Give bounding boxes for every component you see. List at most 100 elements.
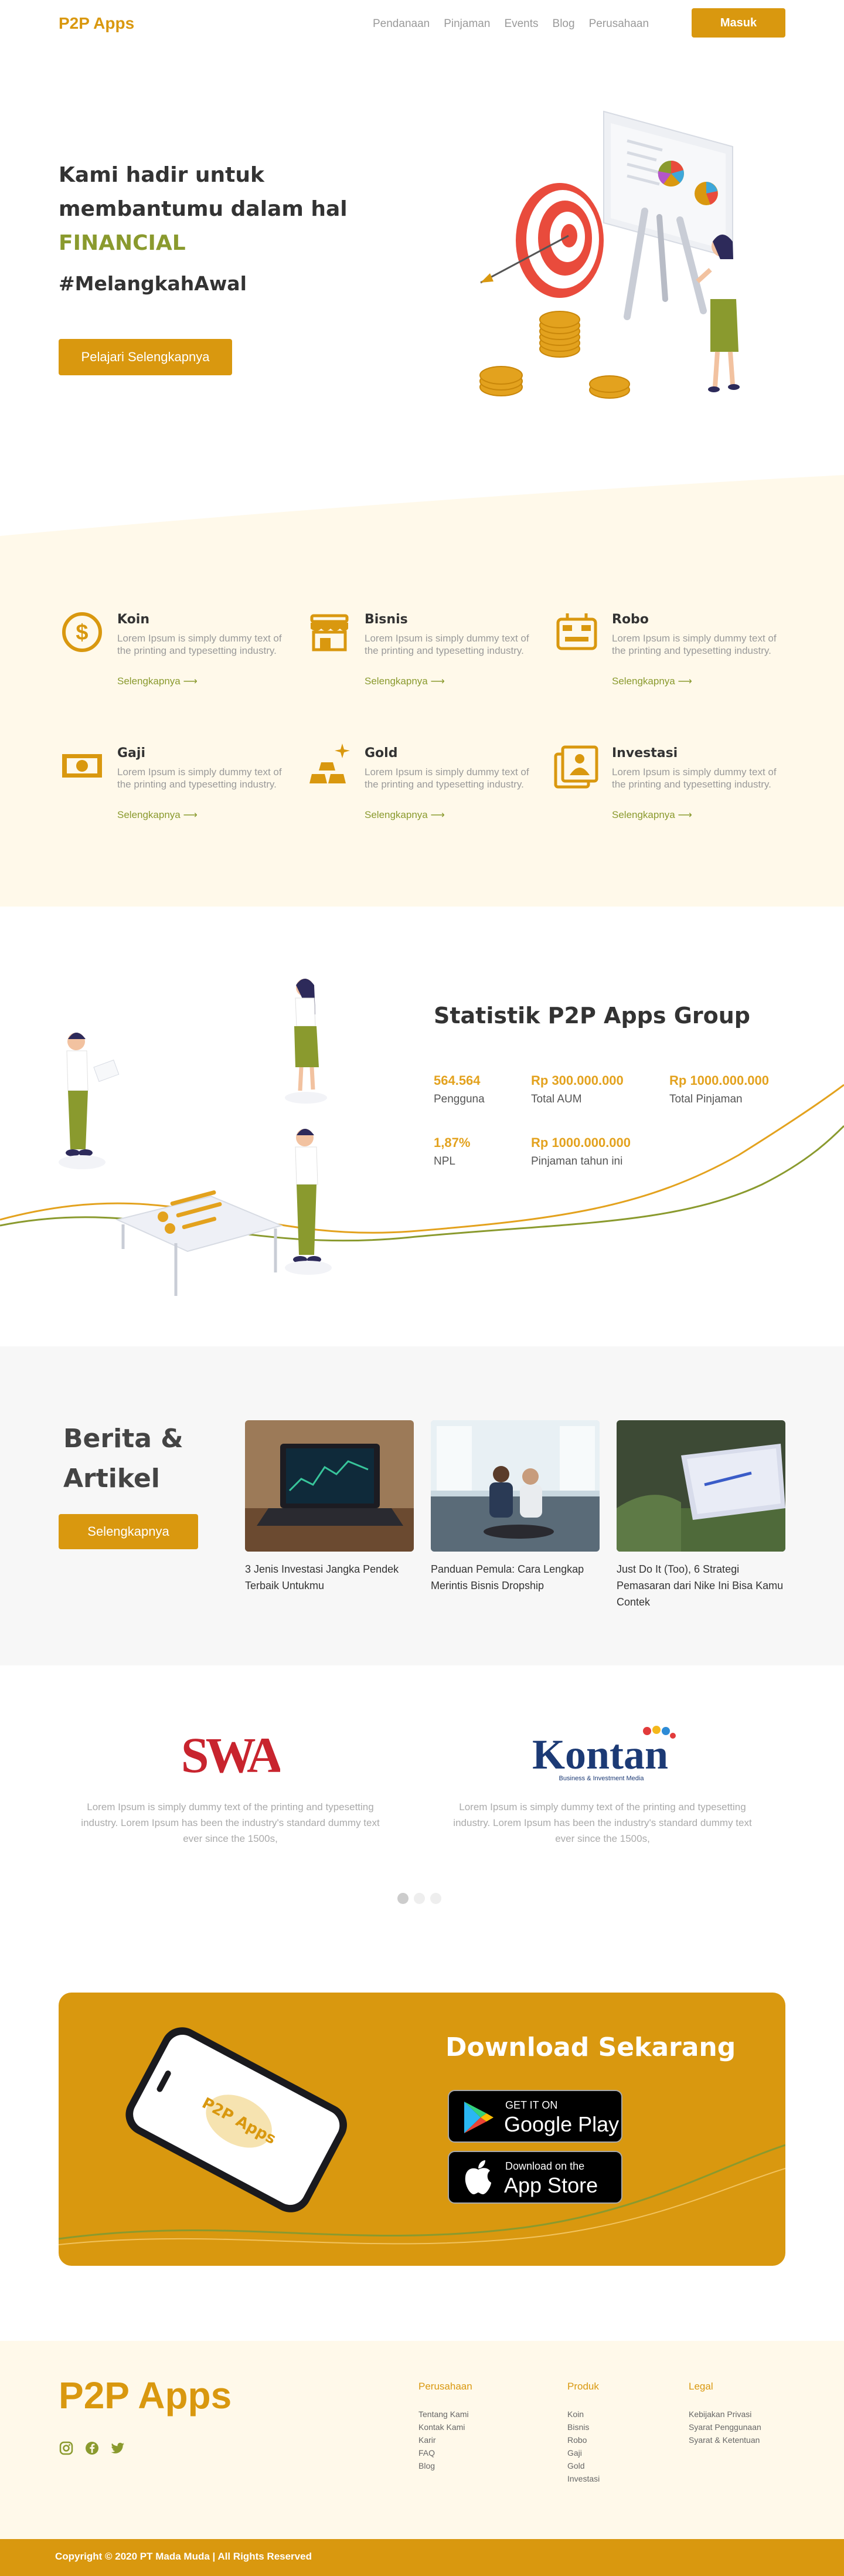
carousel-dot[interactable] bbox=[430, 1893, 441, 1904]
footer-column-title: Produk bbox=[567, 2381, 599, 2392]
nav-links: Pendanaan Pinjaman Events Blog Perusahaa… bbox=[373, 18, 649, 30]
carousel-dot[interactable] bbox=[414, 1893, 425, 1904]
feature-link[interactable]: Selengkapnya ⟶ bbox=[365, 809, 445, 821]
stat-npl: 1,87% NPL bbox=[434, 1135, 470, 1168]
footer-link[interactable]: Robo bbox=[567, 2434, 600, 2446]
carousel-dots bbox=[397, 1893, 441, 1904]
app-store-small-text: Download on the bbox=[505, 2160, 585, 2172]
instagram-icon[interactable] bbox=[59, 2441, 74, 2456]
hero-text: Kami hadir untuk membantumu dalam hal FI… bbox=[59, 158, 387, 295]
money-icon bbox=[62, 754, 102, 778]
footer-link[interactable]: Kontak Kami bbox=[418, 2421, 472, 2434]
article-card[interactable]: 3 Jenis Investasi Jangka Pendek Terbaik … bbox=[245, 1420, 414, 1594]
footer-link[interactable]: Syarat & Ketentuan bbox=[689, 2434, 761, 2446]
facebook-icon[interactable] bbox=[84, 2441, 100, 2456]
stat-value: Rp 1000.000.000 bbox=[669, 1073, 770, 1088]
news-more-button[interactable]: Selengkapnya bbox=[59, 1514, 198, 1549]
hero-line-2: membantumu dalam hal bbox=[59, 197, 348, 221]
article-card[interactable]: Panduan Pemula: Cara Lengkap Merintis Bi… bbox=[431, 1420, 600, 1594]
top-nav: P2P Apps Pendanaan Pinjaman Events Blog … bbox=[0, 0, 844, 47]
stat-value: 1,87% bbox=[434, 1135, 471, 1150]
nav-link-events[interactable]: Events bbox=[504, 18, 538, 30]
article-title[interactable]: 3 Jenis Investasi Jangka Pendek Terbaik … bbox=[245, 1561, 414, 1594]
footer-column-produk: Produk Koin Bisnis Robo Gaji Gold Invest… bbox=[567, 2381, 600, 2485]
copyright-text: Copyright © 2020 PT Mada Muda | All Righ… bbox=[55, 2551, 312, 2562]
feature-title: Gold bbox=[365, 746, 398, 761]
learn-more-button[interactable]: Pelajari Selengkapnya bbox=[59, 339, 232, 375]
feature-desc: Lorem Ipsum is simply dummy text of the … bbox=[612, 633, 777, 656]
app-store-button[interactable]: Download on the App Store bbox=[448, 2151, 622, 2204]
robot-icon bbox=[556, 613, 597, 650]
feature-title: Bisnis bbox=[365, 612, 408, 627]
footer-link[interactable]: Tentang Kami bbox=[418, 2408, 472, 2421]
stat-total-loans: Rp 1000.000.000 Total Pinjaman bbox=[669, 1073, 769, 1106]
footer-link[interactable]: Bisnis bbox=[567, 2421, 600, 2434]
article-image-laptop[interactable] bbox=[245, 1420, 414, 1552]
footer-link[interactable]: Gaji bbox=[567, 2446, 600, 2459]
portfolio-icon bbox=[554, 745, 598, 789]
apple-icon bbox=[465, 2160, 491, 2194]
feature-link[interactable]: Selengkapnya ⟶ bbox=[117, 809, 198, 821]
footer-link[interactable]: Koin bbox=[567, 2408, 600, 2421]
google-play-button[interactable]: GET IT ON Google Play bbox=[448, 2090, 622, 2143]
feature-link[interactable]: Selengkapnya ⟶ bbox=[612, 676, 692, 687]
swa-logo: SWA bbox=[181, 1727, 280, 1780]
stat-users: 564.564 Pengguna bbox=[434, 1073, 485, 1106]
article-image-meeting[interactable] bbox=[431, 1420, 600, 1552]
carousel-dot[interactable] bbox=[397, 1893, 409, 1904]
article-image-notebook[interactable] bbox=[617, 1420, 785, 1552]
footer-link[interactable]: Kebijakan Privasi bbox=[689, 2408, 761, 2421]
article-title[interactable]: Just Do It (Too), 6 Strategi Pemasaran d… bbox=[617, 1561, 785, 1610]
feature-link[interactable]: Selengkapnya ⟶ bbox=[612, 809, 692, 821]
coin-icon: $ bbox=[62, 612, 102, 652]
footer-link[interactable]: Karir bbox=[418, 2434, 472, 2446]
nav-link-pendanaan[interactable]: Pendanaan bbox=[373, 18, 430, 30]
article-title[interactable]: Panduan Pemula: Cara Lengkap Merintis Bi… bbox=[431, 1561, 600, 1594]
login-button[interactable]: Masuk bbox=[692, 8, 785, 38]
feature-desc: Lorem Ipsum is simply dummy text of the … bbox=[117, 633, 282, 656]
svg-text:SWA: SWA bbox=[181, 1727, 280, 1780]
svg-text:Kontan: Kontan bbox=[532, 1731, 668, 1778]
gold-bars-icon bbox=[309, 744, 350, 783]
feature-title: Koin bbox=[117, 612, 149, 627]
svg-text:Business & Investment Media: Business & Investment Media bbox=[559, 1775, 645, 1782]
feature-desc: Lorem Ipsum is simply dummy text of the … bbox=[612, 766, 777, 790]
feature-desc: Lorem Ipsum is simply dummy text of the … bbox=[365, 766, 529, 790]
hero-illustration bbox=[479, 110, 740, 399]
footer-link[interactable]: Syarat Penggunaan bbox=[689, 2421, 761, 2434]
google-play-small-text: GET IT ON bbox=[505, 2099, 558, 2111]
feature-title: Gaji bbox=[117, 746, 145, 761]
brand-logo[interactable]: P2P Apps bbox=[59, 14, 134, 33]
footer-link[interactable]: Gold bbox=[567, 2459, 600, 2472]
nav-link-pinjaman[interactable]: Pinjaman bbox=[444, 18, 490, 30]
feature-title: Investasi bbox=[612, 746, 678, 761]
stat-value: Rp 300.000.000 bbox=[531, 1073, 624, 1088]
feature-link[interactable]: Selengkapnya ⟶ bbox=[117, 676, 198, 687]
nav-link-blog[interactable]: Blog bbox=[553, 18, 575, 30]
article-card[interactable]: Just Do It (Too), 6 Strategi Pemasaran d… bbox=[617, 1420, 785, 1610]
footer-column-legal: Legal Kebijakan Privasi Syarat Penggunaa… bbox=[689, 2381, 761, 2446]
stats-title: Statistik P2P Apps Group bbox=[434, 1003, 750, 1029]
feature-desc: Lorem Ipsum is simply dummy text of the … bbox=[117, 766, 282, 790]
footer-link[interactable]: Investasi bbox=[567, 2472, 600, 2485]
nav-link-perusahaan[interactable]: Perusahaan bbox=[589, 18, 649, 30]
store-icon bbox=[310, 614, 349, 651]
footer-link[interactable]: Blog bbox=[418, 2459, 472, 2472]
news-title: Berita & Artikel bbox=[63, 1419, 183, 1499]
footer-link[interactable]: FAQ bbox=[418, 2446, 472, 2459]
footer-logo[interactable]: P2P Apps bbox=[59, 2374, 232, 2417]
app-store-big-text: App Store bbox=[504, 2173, 598, 2197]
twitter-icon[interactable] bbox=[110, 2441, 125, 2456]
news-title-line-2: Artikel bbox=[63, 1464, 160, 1494]
copyright-bar: Copyright © 2020 PT Mada Muda | All Righ… bbox=[0, 2539, 844, 2576]
hero-line-1: Kami hadir untuk bbox=[59, 163, 264, 187]
kontan-logo: Kontan Business & Investment Media bbox=[532, 1726, 676, 1782]
feature-link[interactable]: Selengkapnya ⟶ bbox=[365, 676, 445, 687]
social-links bbox=[59, 2441, 125, 2456]
svg-text:$: $ bbox=[76, 620, 88, 645]
hero-highlight: FINANCIAL bbox=[59, 231, 186, 255]
stat-label: Total AUM bbox=[531, 1093, 582, 1105]
stat-value: Rp 1000.000.000 bbox=[531, 1135, 631, 1150]
google-play-big-text: Google Play bbox=[504, 2112, 620, 2136]
stat-aum: Rp 300.000.000 Total AUM bbox=[531, 1073, 624, 1106]
